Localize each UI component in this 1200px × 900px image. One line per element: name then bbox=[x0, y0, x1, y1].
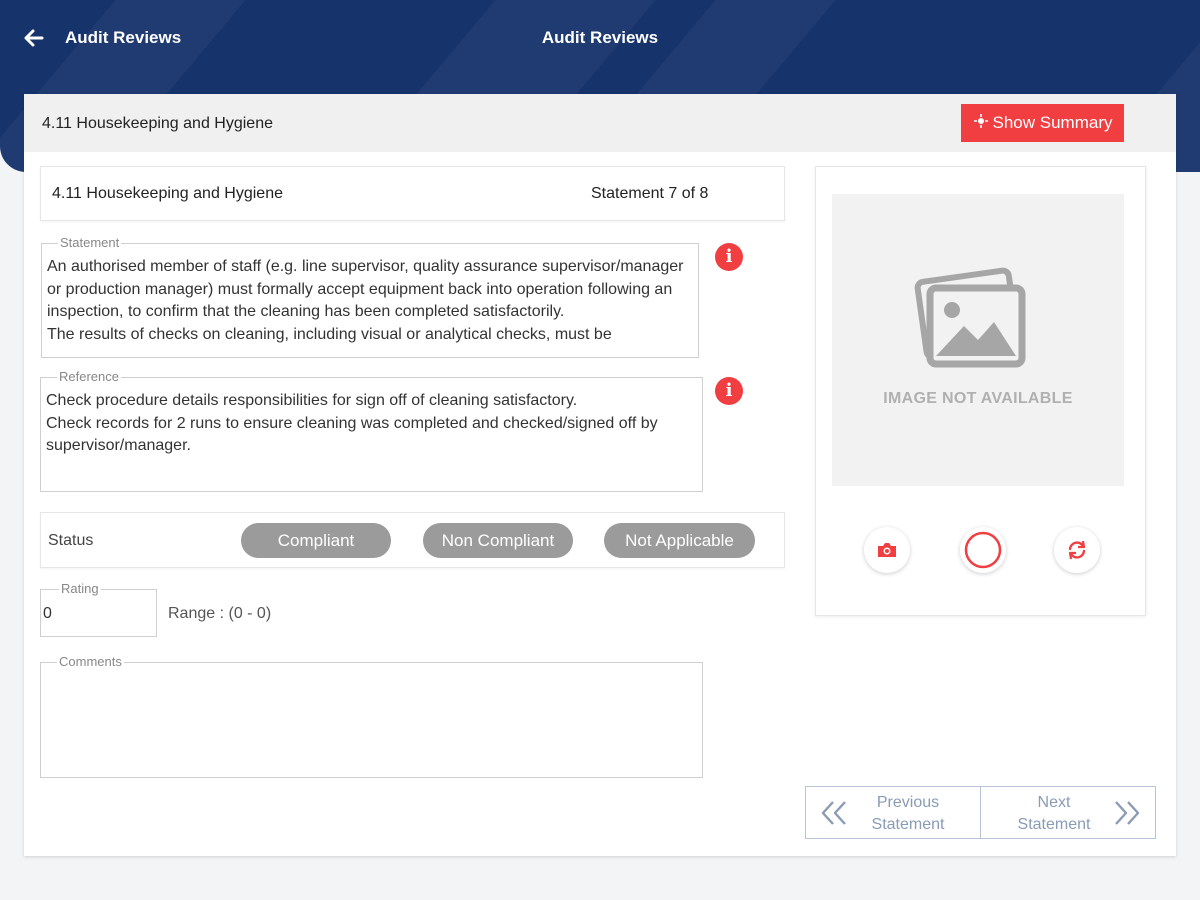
reference-field[interactable]: Reference Check procedure details respon… bbox=[40, 369, 703, 492]
summary-label: Show Summary bbox=[992, 113, 1113, 132]
previous-statement-button[interactable]: Previous Statement bbox=[805, 786, 981, 839]
rating-value: 0 bbox=[43, 605, 52, 622]
previous-statement-label: Previous Statement bbox=[871, 794, 945, 833]
statement-header: 4.11 Housekeeping and Hygiene Statement … bbox=[40, 166, 785, 221]
reference-label: Reference bbox=[57, 369, 121, 385]
section-title: 4.11 Housekeeping and Hygiene bbox=[42, 115, 273, 132]
not-applicable-button[interactable]: Not Applicable bbox=[604, 523, 755, 558]
double-chevron-left-icon bbox=[821, 801, 846, 825]
camera-button[interactable] bbox=[864, 527, 910, 573]
summary-icon bbox=[973, 113, 989, 134]
image-placeholder: IMAGE NOT AVAILABLE bbox=[832, 194, 1124, 486]
statement-text: An authorised member of staff (e.g. line… bbox=[47, 258, 684, 343]
compliant-button[interactable]: Compliant bbox=[241, 523, 391, 558]
status-row: Status Compliant Non Compliant Not Appli… bbox=[40, 512, 785, 568]
refresh-button[interactable] bbox=[1054, 527, 1100, 573]
statement-field[interactable]: Statement An authorised member of staff … bbox=[41, 235, 699, 358]
statement-label: Statement bbox=[58, 235, 122, 251]
page-title: Audit Reviews bbox=[541, 28, 659, 47]
statement-header-title: 4.11 Housekeeping and Hygiene bbox=[52, 185, 283, 202]
refresh-icon bbox=[1068, 540, 1086, 560]
statement-counter: Statement 7 of 8 bbox=[591, 185, 709, 202]
comments-field[interactable]: Comments bbox=[40, 654, 703, 778]
statement-info-icon[interactable]: i bbox=[715, 243, 743, 271]
image-not-available-text: IMAGE NOT AVAILABLE bbox=[883, 390, 1073, 407]
show-summary-button[interactable]: Show Summary bbox=[961, 104, 1124, 142]
reference-info-icon[interactable]: i bbox=[715, 377, 743, 405]
capture-button[interactable] bbox=[960, 527, 1006, 573]
image-placeholder-icon bbox=[914, 267, 1026, 368]
section-bar: 4.11 Housekeeping and Hygiene Show Summa… bbox=[24, 94, 1176, 152]
rating-label: Rating bbox=[59, 581, 101, 597]
circle-icon bbox=[964, 531, 1002, 569]
rating-range: Range : (0 - 0) bbox=[168, 605, 272, 622]
rating-field[interactable]: Rating 0 bbox=[40, 581, 157, 637]
camera-icon bbox=[878, 543, 896, 557]
audit-card: 4.11 Housekeeping and Hygiene Show Summa… bbox=[24, 94, 1176, 856]
status-label: Status bbox=[48, 532, 94, 549]
next-statement-label: Next Statement bbox=[1017, 794, 1091, 833]
reference-text: Check procedure details responsibilities… bbox=[46, 392, 658, 454]
non-compliant-button[interactable]: Non Compliant bbox=[423, 523, 573, 558]
next-statement-button[interactable]: Next Statement bbox=[981, 786, 1156, 839]
comments-label: Comments bbox=[57, 654, 124, 670]
double-chevron-right-icon bbox=[1115, 801, 1140, 825]
image-panel: IMAGE NOT AVAILABLE bbox=[815, 166, 1146, 616]
